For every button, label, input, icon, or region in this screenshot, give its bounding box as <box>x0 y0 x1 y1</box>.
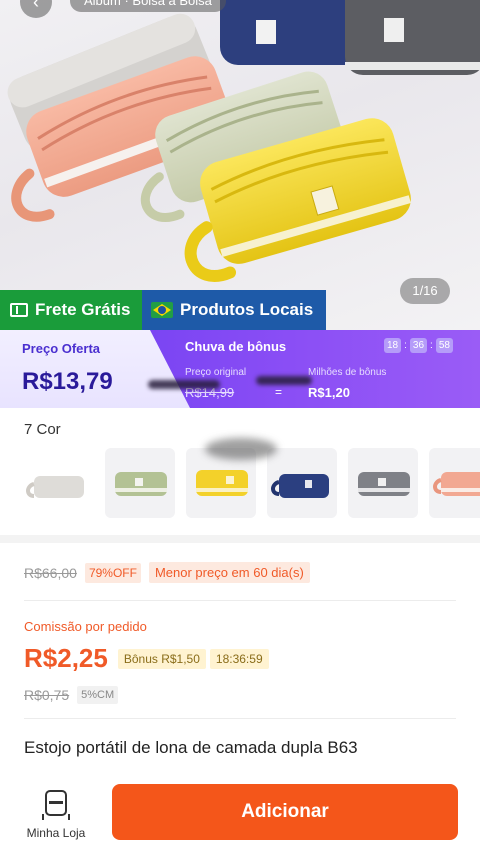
bonus-timer: 18:36:59 <box>209 648 269 669</box>
timer-seconds: 58 <box>435 338 453 353</box>
bottom-action-bar: Minha Loja Adicionar <box>0 778 480 848</box>
section-divider <box>0 535 480 543</box>
variant-swatch-navy[interactable] <box>267 448 337 518</box>
original-commission: R$0,75 <box>24 687 70 703</box>
price-row: R$66,00 79%OFF Menor preço em 60 dia(s) <box>24 562 310 583</box>
divider <box>24 718 456 719</box>
truck-box-icon <box>10 303 28 317</box>
bonus-millions-value: R$1,20 <box>308 385 350 400</box>
bonus-rain-title: Chuva de bônus <box>185 339 287 354</box>
original-price-label: Preço original <box>185 367 247 378</box>
add-button[interactable]: Adicionar <box>112 784 458 840</box>
free-shipping-tag: Frete Grátis <box>0 290 142 330</box>
product-title: Estojo portátil de lona de camada dupla … <box>24 738 358 757</box>
my-shop-label: Minha Loja <box>26 826 86 840</box>
original-price: R$66,00 <box>24 564 77 581</box>
back-arrow-icon: ‹ <box>33 0 39 12</box>
redaction-blur <box>256 376 312 385</box>
commission-value: R$2,25 <box>24 643 108 673</box>
variant-swatch-pink[interactable] <box>429 448 480 518</box>
cm-percent-badge: 5%CM <box>77 686 119 704</box>
cm-row: R$0,75 5%CM <box>24 686 119 704</box>
redaction-blur <box>148 380 220 389</box>
offer-price-value: R$13,79 <box>22 368 113 395</box>
local-products-tag: Produtos Locais <box>142 290 326 330</box>
variant-swatch-green[interactable] <box>105 448 175 518</box>
equals-sign: = <box>275 385 283 399</box>
redaction-smudge <box>205 438 277 460</box>
local-products-label: Produtos Locais <box>180 300 314 319</box>
bonus-rain-banner[interactable]: Preço Oferta R$13,79 Chuva de bônus 18 :… <box>0 330 480 408</box>
product-image-gallery[interactable]: ‹ Álbum · Bolsa a Bolsa 1/16 <box>0 0 480 330</box>
store-icon <box>45 790 67 816</box>
top-bar: ‹ Álbum · Bolsa a Bolsa <box>0 0 480 22</box>
my-shop-button[interactable]: Minha Loja <box>16 788 96 844</box>
divider <box>24 600 456 601</box>
timer-minutes: 36 <box>409 338 428 353</box>
timer-hours: 18 <box>384 338 402 353</box>
offer-price-label: Preço Oferta <box>22 341 101 356</box>
back-button[interactable]: ‹ <box>20 0 52 18</box>
gallery-counter: 1/16 <box>400 278 450 304</box>
brazil-flag-icon <box>151 302 173 318</box>
commission-row: R$2,25 Bônus R$1,50 18:36:59 <box>24 643 269 674</box>
variant-swatch-grey[interactable] <box>22 448 92 518</box>
bonus-millions-label: Milhões de bônus <box>308 367 387 378</box>
discount-badge: 79%OFF <box>84 562 141 583</box>
free-shipping-label: Frete Grátis <box>35 300 131 319</box>
album-breadcrumb[interactable]: Álbum · Bolsa a Bolsa <box>70 0 226 12</box>
commission-label: Comissão por pedido <box>24 619 147 634</box>
lowest-price-badge: Menor preço em 60 dia(s) <box>148 562 310 583</box>
countdown-timer: 18 : 36 : 58 <box>384 338 453 353</box>
bonus-badge: Bônus R$1,50 <box>117 648 206 669</box>
variant-swatch-dark-grey[interactable] <box>348 448 418 518</box>
color-count-label: 7 Cor <box>24 421 61 438</box>
